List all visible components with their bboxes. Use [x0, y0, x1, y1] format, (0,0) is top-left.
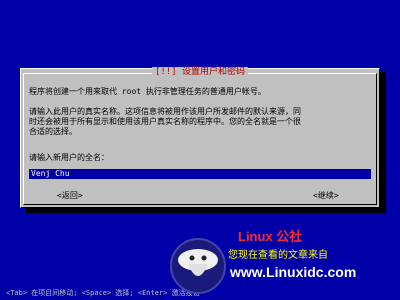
dialog-shadow-right — [380, 72, 386, 212]
continue-button[interactable]: <继续> — [313, 191, 339, 201]
dialog-description: 程序将创建一个用来取代 root 执行非管理任务的普通用户帐号。 — [29, 87, 266, 96]
dialog-title-text: [!!] 设置用户和密码 — [151, 67, 249, 77]
dialog-shadow-bottom — [26, 208, 386, 213]
dialog-instructions: 请输入此用户的真实名称。这项信息将被用作该用户所发邮件的默认来源，同 时还会被用… — [29, 107, 301, 136]
back-button[interactable]: <返回> — [57, 191, 83, 201]
penguin-logo-icon — [170, 238, 226, 294]
site-watermark: Linux 公社 您现在查看的文章来自 www.Linuxidc.com — [168, 228, 398, 300]
watermark-brand: Linux 公社 — [238, 229, 303, 244]
watermark-tagline: 您现在查看的文章来自 — [228, 250, 328, 261]
fullname-input[interactable] — [29, 169, 371, 179]
watermark-url: www.Linuxidc.com — [230, 264, 357, 280]
setup-user-dialog: [!!] 设置用户和密码 程序将创建一个用来取代 root 执行非管理任务的普通… — [20, 67, 380, 208]
dialog-title: [!!] 设置用户和密码 — [21, 67, 379, 77]
fullname-prompt: 请输入新用户的全名： — [29, 153, 109, 162]
